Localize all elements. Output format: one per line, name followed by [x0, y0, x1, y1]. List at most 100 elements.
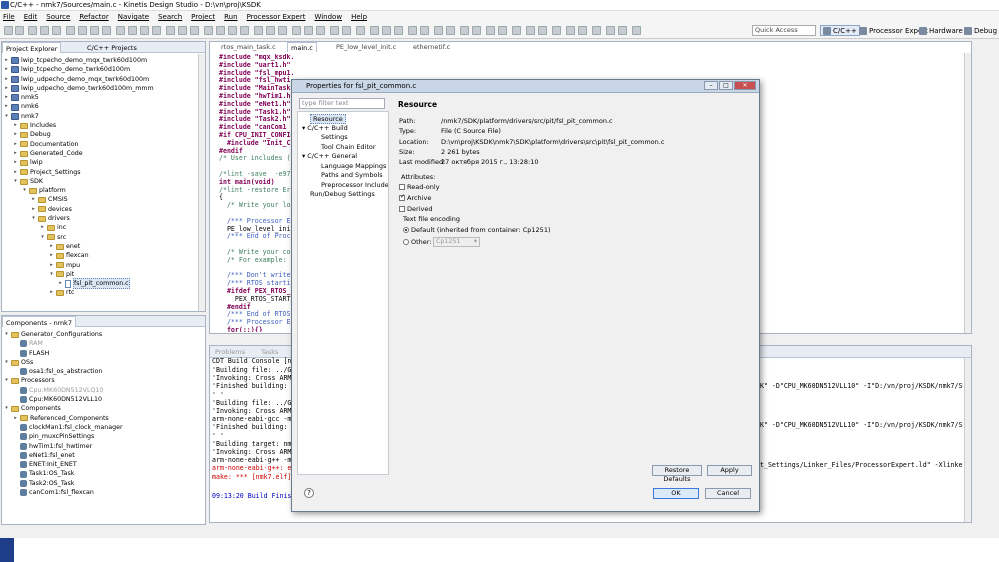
expand-toggle-icon[interactable]: ▾: [40, 233, 45, 242]
toolbar-button-icon[interactable]: [292, 26, 301, 35]
editor-tab[interactable]: main.c: [287, 42, 317, 52]
tree-item[interactable]: ▸ flexcan: [4, 251, 154, 260]
menu-navigate[interactable]: Navigate: [118, 13, 149, 21]
code-view[interactable]: #include "mqx_ksdk.h"#include "uart1.h"#…: [219, 54, 294, 332]
tree-item[interactable]: ▾ Generator_Configurations: [4, 330, 123, 339]
tree-item[interactable]: hwTim1:fsl_hwtimer: [4, 442, 123, 451]
tree-item[interactable]: ▸ lwip_udpecho_demo_twrk60d100m_mmm: [4, 84, 154, 93]
toolbar-button-icon[interactable]: [394, 26, 403, 35]
toolbar-button-icon[interactable]: [526, 26, 535, 35]
nav-item[interactable]: Paths and Symbols: [321, 171, 383, 179]
encoding-other-select[interactable]: Cp1251 ▾: [433, 237, 480, 247]
tree-item[interactable]: pin_muxcPinSettings: [4, 432, 123, 441]
menu-search[interactable]: Search: [158, 13, 182, 21]
tree-item[interactable]: ▸ Project_Settings: [4, 168, 154, 177]
expand-toggle-icon[interactable]: ▾: [49, 270, 54, 279]
expand-toggle-icon[interactable]: ▾: [302, 152, 305, 160]
toolbar-button-icon[interactable]: [472, 26, 481, 35]
tree-item[interactable]: ▸ enet: [4, 242, 154, 251]
perspective-debug[interactable]: Debug: [962, 25, 999, 36]
toolbar-button-icon[interactable]: [498, 26, 507, 35]
help-icon[interactable]: ?: [304, 488, 314, 498]
console-scrollbar[interactable]: [964, 358, 971, 522]
toolbar-button-icon[interactable]: [446, 26, 455, 35]
tree-item[interactable]: Task2:OS_Task: [4, 479, 123, 488]
nav-item[interactable]: Preprocessor Include Pa: [321, 181, 388, 189]
expand-toggle-icon[interactable]: ▸: [4, 75, 9, 84]
tree-item[interactable]: ▾ OSs: [4, 358, 123, 367]
expand-toggle-icon[interactable]: ▸: [13, 158, 18, 167]
tree-item[interactable]: ▸ devices: [4, 205, 154, 214]
attribute-checkbox[interactable]: [399, 193, 405, 201]
nav-item[interactable]: Tool Chain Editor: [321, 143, 376, 151]
start-button[interactable]: [0, 538, 14, 562]
expand-toggle-icon[interactable]: ▸: [4, 93, 9, 102]
tree-item[interactable]: ▸ Debug: [4, 130, 154, 139]
expand-toggle-icon[interactable]: ▾: [22, 186, 27, 195]
tree-item[interactable]: ▸ lwip_tcpecho_demo_mqx_twrk60d100m: [4, 56, 154, 65]
filter-input[interactable]: type filter text: [299, 98, 385, 109]
toolbar-button-icon[interactable]: [566, 26, 575, 35]
expand-toggle-icon[interactable]: ▸: [31, 205, 36, 214]
toolbar-button-icon[interactable]: [606, 26, 615, 35]
toolbar-button-icon[interactable]: [434, 26, 443, 35]
tab-problems[interactable]: Problems: [212, 346, 248, 357]
toolbar-button-icon[interactable]: [460, 26, 469, 35]
toolbar-button-icon[interactable]: [166, 26, 175, 35]
tree-item[interactable]: ▸ Referenced_Components: [4, 414, 123, 423]
toolbar-button-icon[interactable]: [304, 26, 313, 35]
toolbar-button-icon[interactable]: [618, 26, 627, 35]
expand-toggle-icon[interactable]: ▸: [13, 168, 18, 177]
tree-item[interactable]: ▸ Documentation: [4, 140, 154, 149]
maximize-button[interactable]: □: [719, 81, 733, 90]
toolbar-button-icon[interactable]: [228, 26, 237, 35]
expand-toggle-icon[interactable]: ▸: [4, 65, 9, 74]
menu-source[interactable]: Source: [46, 13, 70, 21]
toolbar-button-icon[interactable]: [578, 26, 587, 35]
toolbar-button-icon[interactable]: [15, 26, 24, 35]
nav-item[interactable]: Settings: [321, 133, 348, 141]
expand-toggle-icon[interactable]: ▸: [49, 242, 54, 251]
project-tree-scrollbar[interactable]: [198, 54, 205, 311]
tree-item[interactable]: ▾ SDK: [4, 177, 154, 186]
nav-item[interactable]: Language Mappings: [321, 162, 386, 170]
tree-item[interactable]: ▸ lwip: [4, 158, 154, 167]
toolbar-button-icon[interactable]: [140, 26, 149, 35]
toolbar-button-icon[interactable]: [632, 26, 641, 35]
tree-item[interactable]: ENET:Init_ENET: [4, 460, 123, 469]
tree-item[interactable]: ▸ nmk5: [4, 93, 154, 102]
tree-item[interactable]: ▸ CMSIS: [4, 195, 154, 204]
menu-project[interactable]: Project: [191, 13, 215, 21]
toolbar-button-icon[interactable]: [78, 26, 87, 35]
tree-item[interactable]: ▾ platform: [4, 186, 154, 195]
toolbar-button-icon[interactable]: [204, 26, 213, 35]
menu-help[interactable]: Help: [351, 13, 367, 21]
toolbar-button-icon[interactable]: [356, 26, 365, 35]
toolbar-button-icon[interactable]: [90, 26, 99, 35]
perspective-hardware[interactable]: Hardware: [917, 25, 965, 36]
menu-file[interactable]: File: [3, 13, 15, 21]
expand-toggle-icon[interactable]: ▸: [58, 279, 63, 288]
encoding-other-radio[interactable]: [403, 239, 409, 245]
toolbar-button-icon[interactable]: [240, 26, 249, 35]
attribute-checkbox[interactable]: [399, 206, 405, 212]
toolbar-button-icon[interactable]: [152, 26, 161, 35]
tab-components[interactable]: Components - nmk7: [2, 316, 76, 327]
tree-item[interactable]: RAM: [4, 339, 123, 348]
expand-toggle-icon[interactable]: ▸: [13, 149, 18, 158]
tab-cpp-projects[interactable]: C/C++ Projects: [84, 42, 140, 53]
editor-tab[interactable]: rtos_main_task.c: [218, 42, 279, 52]
expand-toggle-icon[interactable]: ▸: [4, 56, 9, 65]
tree-item[interactable]: ▾ src: [4, 233, 154, 242]
expand-toggle-icon[interactable]: ▾: [13, 177, 18, 186]
toolbar-button-icon[interactable]: [128, 26, 137, 35]
toolbar-button-icon[interactable]: [538, 26, 547, 35]
toolbar-button-icon[interactable]: [370, 26, 379, 35]
tree-item[interactable]: ▸ Includes: [4, 121, 154, 130]
tab-tasks[interactable]: Tasks: [258, 346, 281, 357]
expand-toggle-icon[interactable]: ▾: [4, 358, 9, 367]
tree-item[interactable]: ▾ Components: [4, 404, 123, 413]
apply-button[interactable]: Apply: [707, 465, 752, 476]
menu-processor-expert[interactable]: Processor Expert: [247, 13, 306, 21]
tree-item[interactable]: ▸ Generated_Code: [4, 149, 154, 158]
